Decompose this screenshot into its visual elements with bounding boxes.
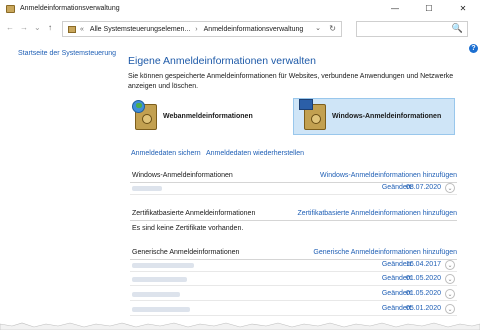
web-credentials-icon: [132, 99, 157, 130]
minimize-button[interactable]: —: [378, 0, 412, 17]
forward-arrow-icon[interactable]: →: [20, 23, 28, 32]
address-dropdown-icon[interactable]: ⌄: [315, 24, 321, 32]
window-controls: — ☐ ✕: [378, 0, 480, 17]
page-title: Eigene Anmeldeinformationen verwalten: [128, 55, 316, 67]
address-field[interactable]: « Alle Systemsteuerungselemen... › Anmel…: [62, 21, 342, 37]
refresh-icon[interactable]: ↻: [329, 24, 336, 33]
credential-row[interactable]: Geändert: 05.01.2020 ⌄: [130, 304, 457, 316]
restore-credentials-link[interactable]: Anmeldedaten wiederherstellen: [206, 150, 304, 157]
maximize-button[interactable]: ☐: [412, 0, 446, 17]
credential-row[interactable]: Geändert: 16.04.2017 ⌄: [130, 260, 457, 272]
redacted-credential-name: [132, 307, 190, 312]
breadcrumb-overflow[interactable]: «: [80, 26, 84, 33]
address-toolbar: ← → ⌄ ↑ « Alle Systemsteuerungselemen...…: [0, 18, 480, 40]
changed-date: 08.07.2020: [405, 184, 441, 191]
window-title: Anmeldeinformationsverwaltung: [20, 5, 120, 12]
title-bar: Anmeldeinformationsverwaltung — ☐ ✕: [0, 0, 480, 17]
back-arrow-icon[interactable]: ←: [6, 23, 14, 32]
section-divider: [130, 220, 457, 221]
tile-windows-credentials[interactable]: Windows-Anmeldeinformationen: [293, 98, 455, 135]
expand-chevron-icon[interactable]: ⌄: [445, 304, 455, 314]
torn-edge-decoration: [0, 322, 480, 330]
help-icon[interactable]: ?: [469, 44, 478, 53]
breadcrumb-separator-icon[interactable]: ›: [195, 26, 197, 33]
redacted-credential-name: [132, 277, 187, 282]
windows-credentials-icon: [299, 98, 326, 130]
add-certificate-credential-link[interactable]: Zertifikatbasierte Anmeldeinformationen …: [297, 210, 457, 217]
add-generic-credential-link[interactable]: Generische Anmeldeinformationen hinzufüg…: [313, 249, 457, 256]
credential-row[interactable]: Geändert: 08.07.2020 ⌄: [130, 183, 457, 195]
tile-web-credentials[interactable]: Webanmeldeinformationen: [132, 98, 285, 135]
breadcrumb-credential-manager[interactable]: Anmeldeinformationsverwaltung: [204, 26, 304, 33]
tile-windows-credentials-label: Windows-Anmeldeinformationen: [332, 113, 442, 120]
control-panel-folder-icon: [68, 25, 76, 33]
section-title-certificate: Zertifikatbasierte Anmeldeinformationen: [132, 210, 256, 217]
breadcrumb-all-control-panel-items[interactable]: Alle Systemsteuerungselemen...: [90, 26, 190, 33]
search-input[interactable]: 🔍: [356, 21, 468, 37]
section-title-windows: Windows-Anmeldeinformationen: [132, 172, 233, 179]
expand-chevron-icon[interactable]: ⌄: [445, 260, 455, 270]
section-title-generic: Generische Anmeldeinformationen: [132, 249, 240, 256]
sidebar: Startseite der Systemsteuerung: [18, 50, 116, 57]
control-panel-home-link[interactable]: Startseite der Systemsteuerung: [18, 50, 116, 57]
changed-date: 05.01.2020: [405, 305, 441, 312]
credential-manager-icon: [6, 4, 15, 13]
monitor-icon: [299, 98, 313, 110]
redacted-credential-name: [132, 186, 162, 191]
recent-locations-chevron-icon[interactable]: ⌄: [34, 23, 41, 32]
redacted-credential-name: [132, 263, 194, 268]
credential-row[interactable]: Geändert: 01.05.2020 ⌄: [130, 289, 457, 301]
credential-row[interactable]: Geändert: 01.05.2020 ⌄: [130, 274, 457, 286]
tile-web-credentials-label: Webanmeldeinformationen: [163, 113, 253, 120]
expand-chevron-icon[interactable]: ⌄: [445, 274, 455, 284]
up-arrow-icon[interactable]: ↑: [48, 23, 52, 32]
expand-chevron-icon[interactable]: ⌄: [445, 289, 455, 299]
page-description: Sie können gespeicherte Anmeldeinformati…: [128, 73, 454, 90]
no-certificates-text: Es sind keine Zertifikate vorhanden.: [132, 225, 244, 232]
changed-date: 01.05.2020: [405, 290, 441, 297]
globe-icon: [132, 99, 145, 113]
changed-date: 01.05.2020: [405, 275, 441, 282]
changed-date: 16.04.2017: [405, 261, 441, 268]
add-windows-credential-link[interactable]: Windows-Anmeldeinformationen hinzufügen: [320, 172, 457, 179]
search-icon[interactable]: 🔍: [452, 23, 463, 34]
redacted-credential-name: [132, 292, 180, 297]
close-button[interactable]: ✕: [446, 0, 480, 17]
expand-chevron-icon[interactable]: ⌄: [445, 183, 455, 193]
backup-credentials-link[interactable]: Anmeldedaten sichern: [131, 150, 201, 157]
